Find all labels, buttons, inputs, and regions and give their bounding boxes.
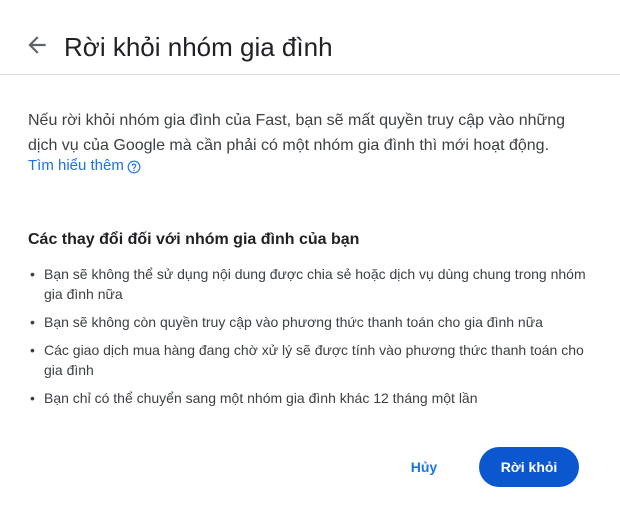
- list-item-text: Bạn chỉ có thể chuyển sang một nhóm gia …: [44, 390, 478, 406]
- intro-text: Nếu rời khỏi nhóm gia đình của Fast, bạn…: [28, 112, 566, 154]
- bullet-icon: •: [30, 266, 35, 282]
- list-item: • Bạn chỉ có thể chuyển sang một nhóm gi…: [28, 388, 588, 408]
- bullet-icon: •: [30, 342, 35, 358]
- arrow-back-icon: [28, 36, 46, 54]
- bullet-icon: •: [30, 314, 35, 330]
- help-circle-icon: [127, 159, 141, 174]
- list-item-text: Bạn sẽ không thể sử dụng nội dung được c…: [44, 266, 586, 302]
- list-item: • Bạn sẽ không thể sử dụng nội dung được…: [28, 264, 588, 304]
- list-item-text: Các giao dịch mua hàng đang chờ xử lý sẽ…: [44, 342, 584, 378]
- learn-more-label: Tìm hiểu thêm: [28, 157, 124, 174]
- learn-more-link[interactable]: Tìm hiểu thêm: [28, 155, 141, 177]
- leave-button[interactable]: Rời khỏi: [479, 447, 579, 487]
- changes-list: • Bạn sẽ không thể sử dụng nội dung được…: [28, 264, 588, 416]
- header: Rời khỏi nhóm gia đình: [0, 0, 620, 75]
- list-item: • Các giao dịch mua hàng đang chờ xử lý …: [28, 340, 588, 380]
- page-title: Rời khỏi nhóm gia đình: [64, 32, 333, 62]
- list-item-text: Bạn sẽ không còn quyền truy cập vào phươ…: [44, 314, 543, 330]
- bullet-icon: •: [30, 390, 35, 406]
- back-button[interactable]: [24, 32, 50, 58]
- cancel-button[interactable]: Hủy: [392, 447, 456, 487]
- changes-title: Các thay đổi đối với nhóm gia đình của b…: [28, 231, 360, 248]
- list-item: • Bạn sẽ không còn quyền truy cập vào ph…: [28, 312, 588, 332]
